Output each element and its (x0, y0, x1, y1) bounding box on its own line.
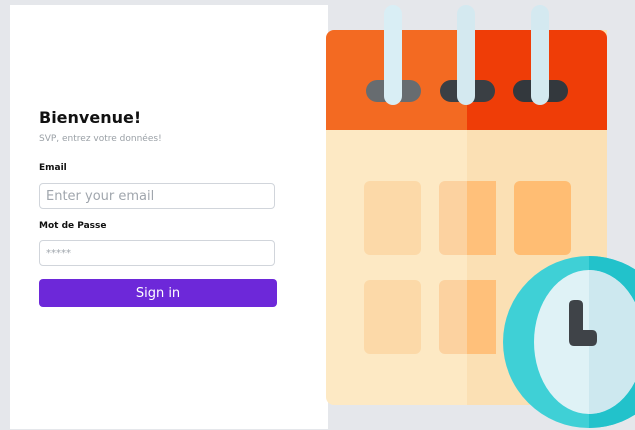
login-page: Bienvenue! SVP, entrez votre données! Em… (0, 0, 635, 430)
password-field[interactable] (39, 240, 275, 266)
calendar-clock-icon (326, 5, 635, 428)
sign-in-button[interactable]: Sign in (39, 279, 277, 307)
email-field[interactable] (39, 183, 275, 209)
password-label: Mot de Passe (39, 221, 107, 231)
email-label: Email (39, 163, 67, 173)
page-subtitle: SVP, entrez votre données! (39, 134, 162, 144)
page-title: Bienvenue! (39, 108, 142, 127)
login-card (10, 5, 328, 429)
